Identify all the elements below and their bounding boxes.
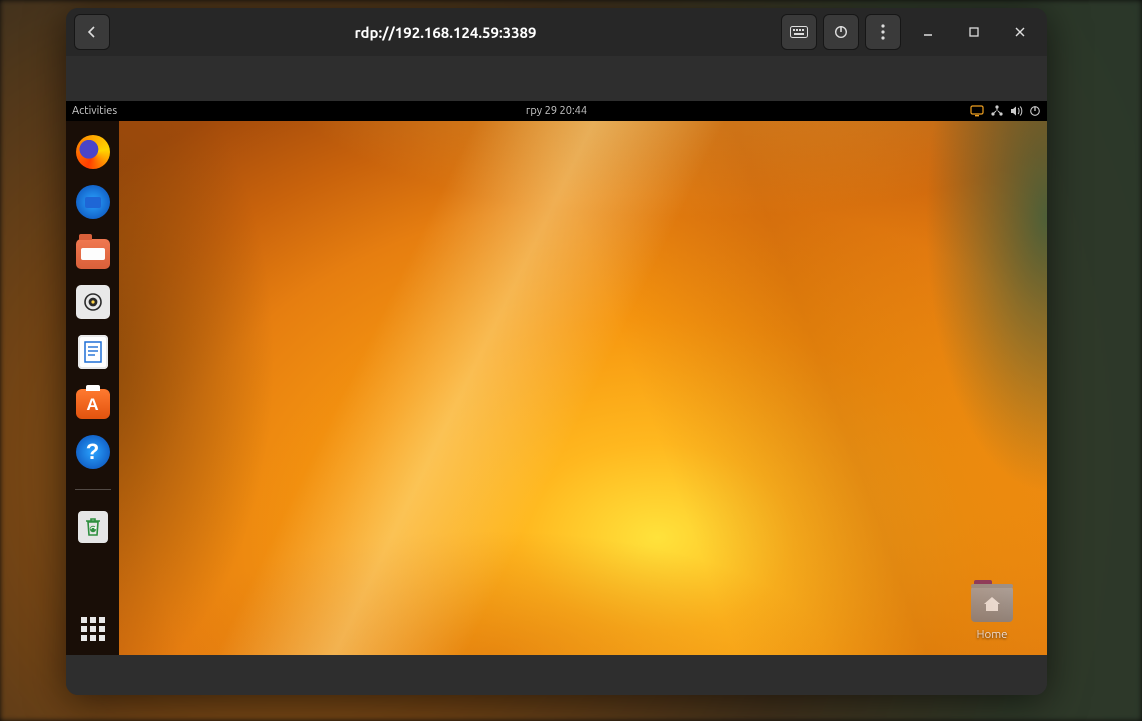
volume-icon: [1010, 105, 1023, 117]
network-icon: [990, 105, 1004, 117]
power-icon: [1029, 105, 1041, 117]
rdp-client-window: rdp://192.168.124.59:3389 Activities: [66, 8, 1047, 695]
screen-share-icon: [970, 105, 984, 117]
maximize-icon: [968, 26, 980, 38]
dock-item-firefox[interactable]: [76, 135, 110, 169]
keyboard-button[interactable]: [781, 14, 817, 50]
remote-framebuffer: Activities гру 29 20:44 ?: [66, 101, 1047, 655]
dock-item-software[interactable]: [76, 385, 110, 419]
titlebar-spacer: [66, 56, 1047, 101]
thunderbird-icon: [76, 185, 110, 219]
panel-system-tray[interactable]: [970, 105, 1041, 117]
show-applications-button[interactable]: [81, 617, 105, 641]
titlebar-action-group: [781, 14, 901, 50]
keyboard-icon: [790, 26, 808, 38]
power-button[interactable]: [823, 14, 859, 50]
remote-desktop-wallpaper[interactable]: Home: [119, 121, 1047, 655]
menu-button[interactable]: [865, 14, 901, 50]
minimize-button[interactable]: [909, 13, 947, 51]
gnome-top-panel: Activities гру 29 20:44: [66, 101, 1047, 121]
dock-item-files[interactable]: [76, 235, 110, 269]
back-button[interactable]: [74, 14, 110, 50]
files-icon: [76, 239, 110, 269]
dock-item-trash[interactable]: [76, 510, 110, 544]
dock-separator: [75, 489, 111, 490]
minimize-icon: [922, 26, 934, 38]
trash-icon: [78, 511, 108, 543]
maximize-button[interactable]: [955, 13, 993, 51]
chevron-left-icon: [85, 25, 99, 39]
help-icon: ?: [76, 435, 110, 469]
window-bottom-chrome: [66, 655, 1047, 695]
close-button[interactable]: [1001, 13, 1039, 51]
writer-icon: [78, 335, 108, 369]
power-icon: [833, 24, 849, 40]
software-icon: [76, 389, 110, 419]
panel-clock[interactable]: гру 29 20:44: [526, 105, 587, 117]
speaker-icon: [76, 285, 110, 319]
close-icon: [1014, 26, 1026, 38]
desktop-icon-home[interactable]: Home: [961, 586, 1023, 641]
titlebar: rdp://192.168.124.59:3389: [66, 8, 1047, 56]
window-title: rdp://192.168.124.59:3389: [118, 24, 773, 41]
dock: ?: [66, 121, 119, 655]
folder-icon: [971, 586, 1013, 622]
dock-item-help[interactable]: ?: [76, 435, 110, 469]
activities-button[interactable]: Activities: [72, 105, 117, 117]
home-icon: [982, 595, 1002, 613]
dock-item-writer[interactable]: [76, 335, 110, 369]
firefox-icon: [76, 135, 110, 169]
dock-item-thunderbird[interactable]: [76, 185, 110, 219]
dock-item-rhythmbox[interactable]: [76, 285, 110, 319]
desktop-icon-label: Home: [961, 628, 1023, 641]
kebab-icon: [881, 24, 885, 40]
